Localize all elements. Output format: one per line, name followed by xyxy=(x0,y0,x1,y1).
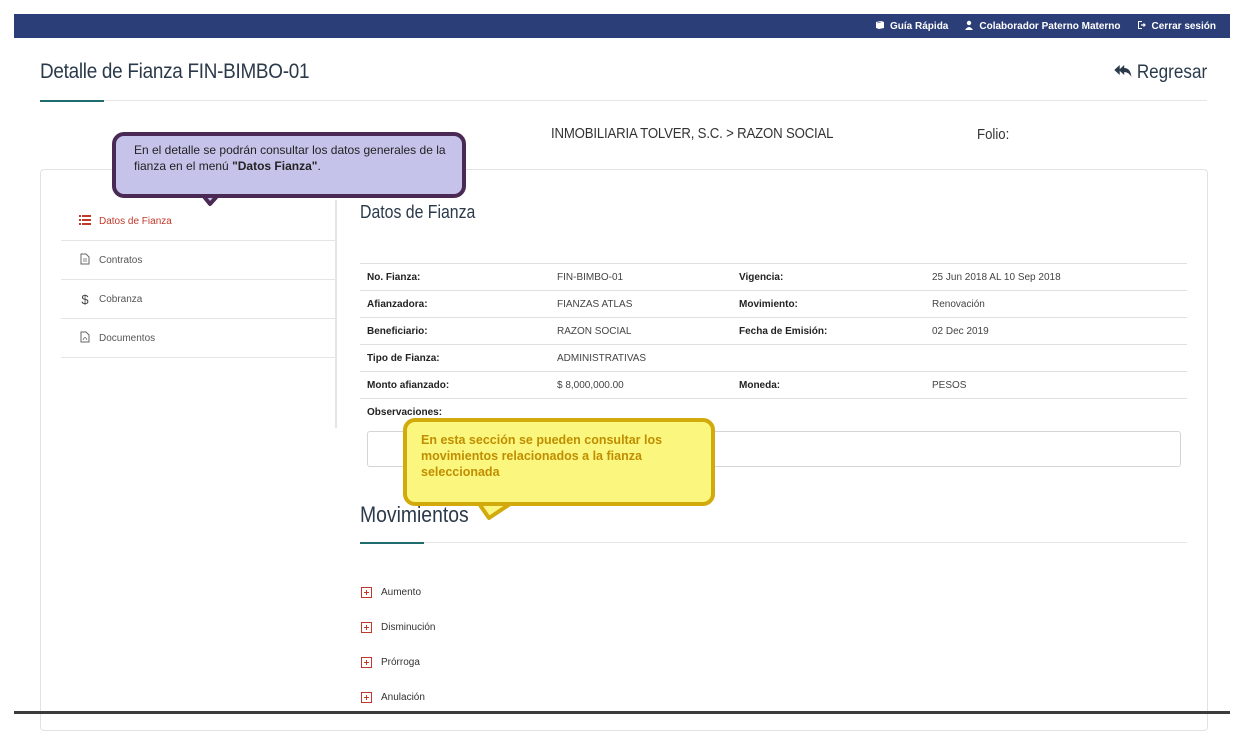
callout-text-suffix: . xyxy=(317,159,321,173)
observations-label: Observaciones: xyxy=(367,406,443,418)
quick-guide-label: Guía Rápida xyxy=(890,20,949,32)
field-value: ADMINISTRATIVAS xyxy=(557,352,647,364)
user-icon xyxy=(964,20,974,33)
user-name: Colaborador Paterno Materno xyxy=(979,20,1121,32)
expand-plus-icon xyxy=(361,587,372,598)
details-table: No. Fianza: FIN-BIMBO-01 Vigencia: 25 Ju… xyxy=(360,263,1187,425)
field-label: Movimiento: xyxy=(739,298,798,310)
app-window: Guía Rápida Colaborador Paterno Materno … xyxy=(14,14,1230,731)
movements-accent-bar xyxy=(360,542,424,544)
sidebar-item-label: Cobranza xyxy=(99,293,143,305)
document-icon xyxy=(73,253,97,268)
field-label: Beneficiario: xyxy=(367,325,428,337)
sidebar-divider xyxy=(335,200,337,428)
field-value: $ 8,000,000.00 xyxy=(557,379,624,391)
dollar-icon: $ xyxy=(81,291,89,307)
page-title: Detalle de Fianza FIN-BIMBO-01 xyxy=(40,60,310,83)
field-label: Tipo de Fianza: xyxy=(367,352,440,364)
callout-text-bold: "Datos Fianza" xyxy=(232,159,318,173)
movement-prorroga[interactable]: Prórroga xyxy=(361,645,435,680)
back-button[interactable]: Regresar xyxy=(1112,62,1207,84)
field-label: Afianzadora: xyxy=(367,298,428,310)
title-divider xyxy=(40,100,1207,101)
quick-guide-link[interactable]: Guía Rápida xyxy=(875,20,948,33)
table-row: No. Fianza: FIN-BIMBO-01 Vigencia: 25 Ju… xyxy=(360,264,1187,291)
movement-label: Disminución xyxy=(381,622,436,633)
movement-label: Prórroga xyxy=(381,657,420,668)
table-row: Tipo de Fianza: ADMINISTRATIVAS xyxy=(360,345,1187,372)
field-value: 25 Jun 2018 AL 10 Sep 2018 xyxy=(932,271,1061,283)
table-row: Monto afianzado: $ 8,000,000.00 Moneda: … xyxy=(360,372,1187,399)
field-value: RAZON SOCIAL xyxy=(557,325,632,337)
movement-aumento[interactable]: Aumento xyxy=(361,575,435,610)
movement-anulacion[interactable]: Anulación xyxy=(361,680,435,715)
field-label: Monto afianzado: xyxy=(367,379,450,391)
bottom-edge xyxy=(14,711,1230,714)
movement-label: Anulación xyxy=(381,692,425,703)
book-icon xyxy=(875,20,885,33)
sidebar-item-label: Documentos xyxy=(99,332,156,344)
field-label: Moneda: xyxy=(739,379,781,391)
sidebar-item-contratos[interactable]: Contratos xyxy=(61,241,335,280)
expand-plus-icon xyxy=(361,692,372,703)
field-value: FIN-BIMBO-01 xyxy=(557,271,624,283)
field-label: Vigencia: xyxy=(739,271,784,283)
movements-list: Aumento Disminución Prórroga Anulación xyxy=(361,575,435,715)
title-accent-bar xyxy=(40,100,104,102)
sidebar-item-documentos[interactable]: Documentos xyxy=(61,319,335,358)
field-value: PESOS xyxy=(932,379,967,391)
folio-label: Folio: xyxy=(977,126,1010,143)
details-title: Datos de Fianza xyxy=(360,202,476,222)
expand-plus-icon xyxy=(361,657,372,668)
sidebar-item-label: Contratos xyxy=(99,254,143,266)
field-value: 02 Dec 2019 xyxy=(932,325,989,337)
sign-out-icon xyxy=(1137,20,1147,33)
movement-disminucion[interactable]: Disminución xyxy=(361,610,435,645)
field-label: No. Fianza: xyxy=(367,271,421,283)
field-value: Renovación xyxy=(932,298,985,310)
table-row: Beneficiario: RAZON SOCIAL Fecha de Emis… xyxy=(360,318,1187,345)
field-label: Fecha de Emisión: xyxy=(739,325,828,337)
expand-plus-icon xyxy=(361,622,372,633)
user-menu[interactable]: Colaborador Paterno Materno xyxy=(964,20,1121,33)
logout-label: Cerrar sesión xyxy=(1151,20,1216,32)
sidebar-item-cobranza[interactable]: $ Cobranza xyxy=(61,280,335,319)
back-label: Regresar xyxy=(1136,62,1207,83)
table-row: Afianzadora: FIANZAS ATLAS Movimiento: R… xyxy=(360,291,1187,318)
movement-label: Aumento xyxy=(381,587,422,598)
side-menu: Datos de Fianza Contratos $ Cobranza Doc… xyxy=(61,202,335,358)
list-icon xyxy=(73,214,97,228)
field-value: FIANZAS ATLAS xyxy=(557,298,633,310)
sidebar-item-label: Datos de Fianza xyxy=(99,215,172,227)
logout-link[interactable]: Cerrar sesión xyxy=(1137,20,1216,33)
pdf-icon xyxy=(73,331,97,346)
company-breadcrumb: INMOBILIARIA TOLVER, S.C. > RAZON SOCIAL xyxy=(551,125,834,142)
top-navbar: Guía Rápida Colaborador Paterno Materno … xyxy=(14,14,1230,38)
reply-all-icon xyxy=(1112,63,1132,84)
callout-text: En esta sección se pueden consultar los … xyxy=(403,418,715,506)
movements-divider xyxy=(360,542,1187,543)
callout-text: En el detalle se podrán consultar los da… xyxy=(112,132,466,198)
